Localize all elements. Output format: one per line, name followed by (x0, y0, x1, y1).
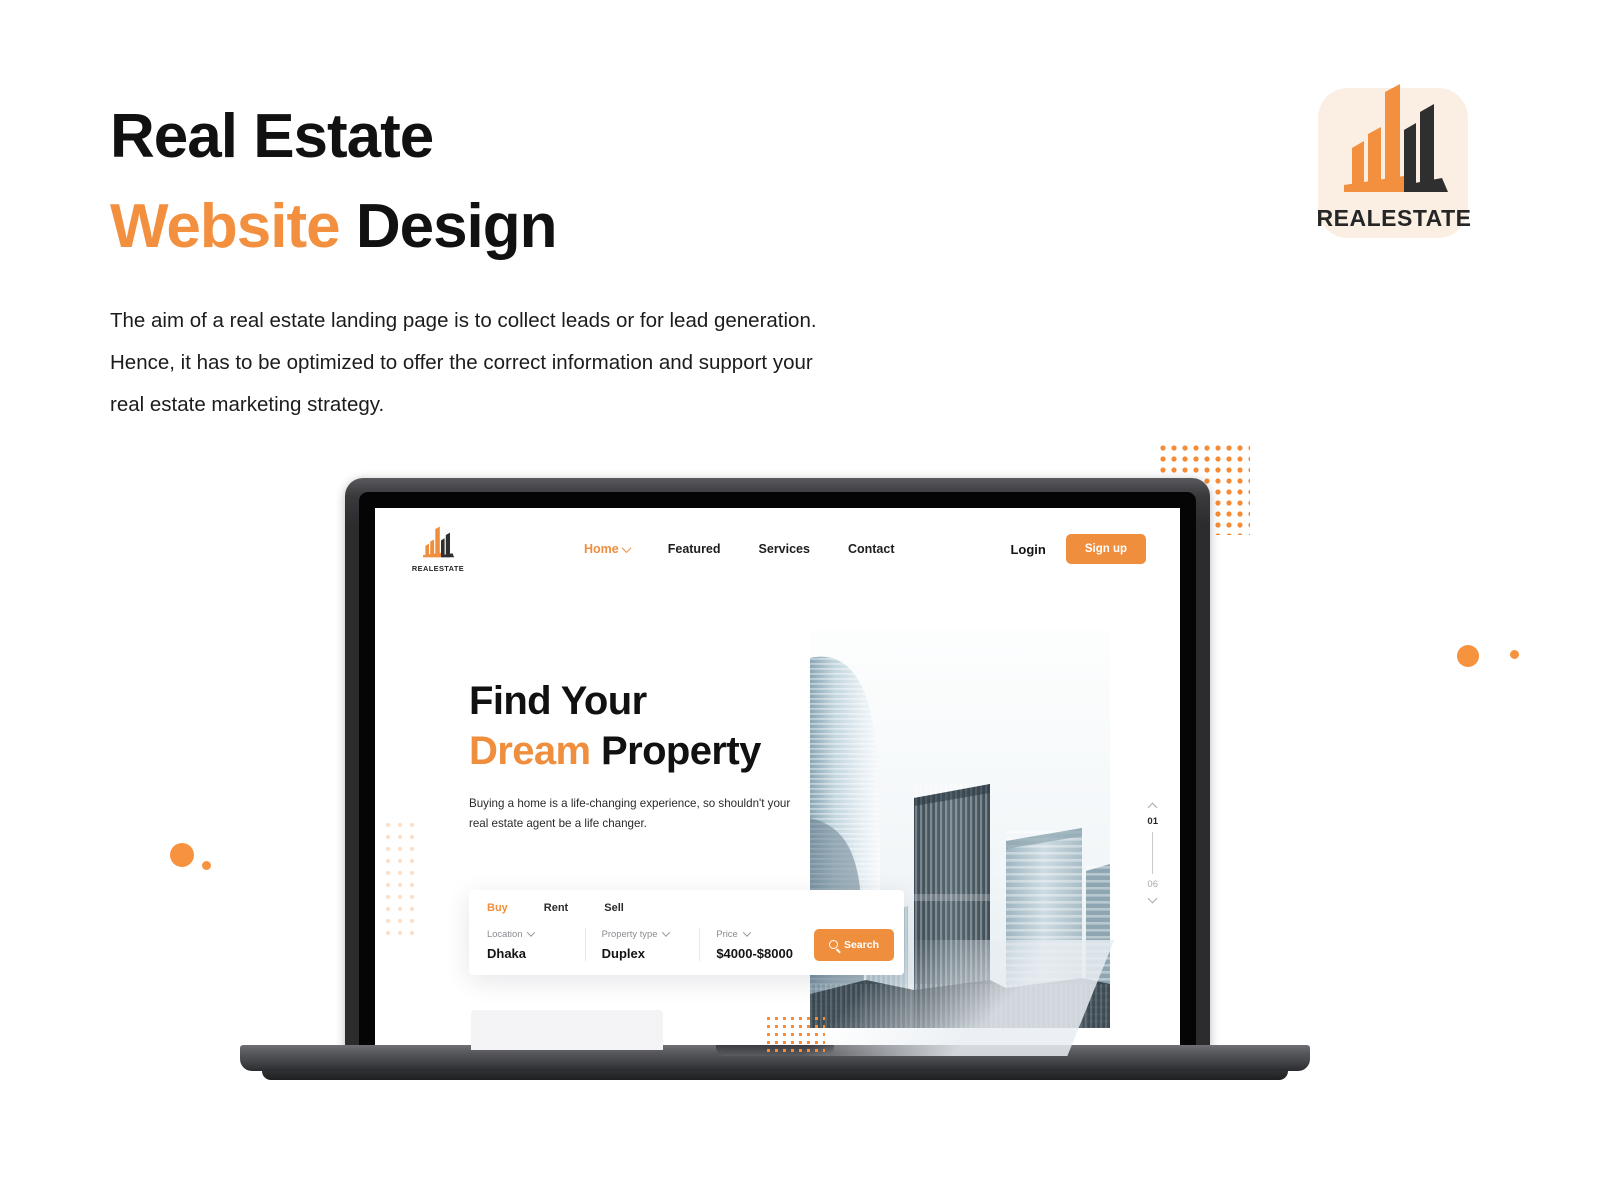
page-title: Real Estate Website Design (110, 92, 558, 272)
page-title-line-2: Website Design (110, 182, 558, 272)
partial-card-below-fold (471, 1010, 663, 1050)
site-nav-actions: Login Sign up (1010, 534, 1146, 564)
property-type-label: Property type (601, 928, 658, 939)
search-field-property-type[interactable]: Property type Duplex (584, 927, 700, 961)
property-type-label-row: Property type (601, 927, 690, 939)
building-logo-icon (423, 526, 455, 557)
slide-track[interactable] (1152, 832, 1154, 874)
nav-link-contact[interactable]: Contact (848, 542, 895, 556)
laptop-mockup: REALESTATE Home Featured Services Contac… (240, 478, 1310, 1088)
search-tab-sell[interactable]: Sell (586, 902, 642, 914)
search-tabs: Buy Rent Sell (469, 890, 904, 924)
dot-grid-decoration-photo (767, 1017, 825, 1056)
price-label-row: Price (716, 927, 804, 939)
search-tab-buy[interactable]: Buy (469, 902, 526, 914)
site-logo-name: REALESTATE (411, 563, 465, 573)
hero-copy: Find Your Dream Property Buying a home i… (469, 676, 899, 835)
hero-title-rest-word: Property (590, 729, 761, 773)
hero-title-line-1: Find Your (469, 679, 647, 723)
chevron-down-icon (621, 542, 632, 553)
chevron-up-icon[interactable] (1147, 802, 1158, 813)
page-title-rest-word: Design (339, 191, 558, 261)
property-search-card: Buy Rent Sell Location Dhaka Property ty… (469, 890, 904, 975)
signup-button[interactable]: Sign up (1065, 534, 1146, 564)
search-field-price[interactable]: Price $4000-$8000 (699, 927, 814, 961)
hero-subtitle: Buying a home is a life-changing experie… (469, 797, 791, 831)
search-button-label: Search (843, 938, 879, 951)
hero-section: Find Your Dream Property Buying a home i… (375, 590, 1180, 1056)
search-tab-rent[interactable]: Rent (526, 902, 586, 914)
search-icon (828, 940, 838, 949)
nav-link-featured[interactable]: Featured (668, 542, 721, 556)
building-logo-icon (1330, 82, 1458, 212)
price-label: Price (716, 928, 738, 939)
nav-link-home-label: Home (584, 542, 619, 556)
hero-title-accent-word: Dream (469, 729, 591, 773)
orange-circle-decoration-small (202, 861, 211, 870)
nav-link-home[interactable]: Home (584, 542, 632, 556)
orange-circle-decoration-small (1510, 650, 1519, 659)
laptop-bezel: REALESTATE Home Featured Services Contac… (359, 492, 1196, 1056)
hero-slide-indicator: 01 06 (1147, 802, 1158, 904)
orange-circle-decoration (1457, 645, 1479, 667)
search-button[interactable]: Search (813, 928, 894, 961)
chevron-down-icon (662, 927, 671, 937)
laptop-lid: REALESTATE Home Featured Services Contac… (345, 478, 1210, 1056)
site-nav-links: Home Featured Services Contact (584, 542, 895, 556)
brand-logo-name: REALESTATE (1316, 205, 1472, 231)
page-description: The aim of a real estate landing page is… (110, 309, 817, 417)
location-label-row: Location (487, 927, 575, 939)
chevron-down-icon (527, 927, 536, 937)
site-navbar: REALESTATE Home Featured Services Contac… (375, 508, 1180, 590)
page-title-accent-word: Website (110, 191, 341, 261)
property-type-value: Duplex (601, 946, 645, 961)
search-fields: Location Dhaka Property type Duplex Pric… (469, 924, 904, 975)
chevron-down-icon[interactable] (1147, 893, 1158, 904)
location-label: Location (487, 928, 523, 939)
nav-link-services[interactable]: Services (759, 542, 810, 556)
chevron-down-icon (742, 927, 751, 937)
slide-current-number: 01 (1147, 816, 1158, 827)
dot-grid-decoration-left (385, 822, 419, 942)
laptop-screen: REALESTATE Home Featured Services Contac… (375, 508, 1180, 1056)
orange-circle-decoration (170, 843, 194, 867)
location-value: Dhaka (487, 946, 527, 961)
website-preview: REALESTATE Home Featured Services Contac… (375, 508, 1180, 1056)
login-link[interactable]: Login (1010, 542, 1045, 557)
price-value: $4000-$8000 (716, 946, 793, 961)
site-logo[interactable]: REALESTATE (407, 526, 469, 573)
hero-title: Find Your Dream Property (469, 676, 899, 776)
page-title-line-1: Real Estate (110, 102, 434, 171)
search-field-location[interactable]: Location Dhaka (487, 927, 585, 961)
slide-total-number: 06 (1147, 879, 1158, 890)
